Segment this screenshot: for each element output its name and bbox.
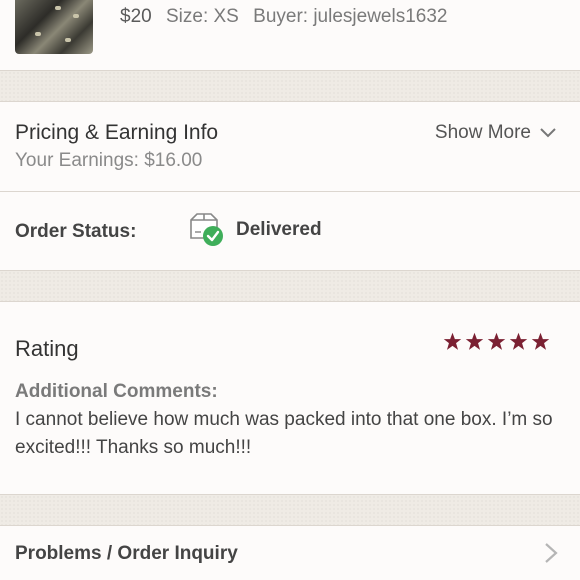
additional-comments-text: I cannot believe how much was packed int… [15, 409, 553, 458]
order-status-value: Delivered [236, 219, 322, 240]
problems-label: Problems / Order Inquiry [15, 543, 238, 564]
additional-comments-label: Additional Comments: [15, 381, 218, 402]
order-status-label: Order Status: [15, 221, 137, 242]
pricing-card: Pricing & Earning Info Your Earnings: $1… [0, 102, 580, 270]
rating-card: Rating Additional Comments: I cannot bel… [0, 302, 580, 494]
section-gap [0, 70, 580, 102]
rating-title: Rating [15, 336, 79, 361]
item-buyer: Buyer: julesjewels1632 [253, 6, 448, 27]
item-meta: $20 Size: XS Buyer: julesjewels1632 [120, 6, 456, 28]
section-gap [0, 494, 580, 526]
item-thumbnail[interactable] [15, 0, 93, 54]
star-icon [509, 332, 528, 350]
chevron-down-icon [540, 128, 556, 138]
your-earnings: Your Earnings: $16.00 [15, 150, 203, 171]
section-gap [0, 270, 580, 302]
divider [0, 191, 580, 192]
order-item-card[interactable]: $20 Size: XS Buyer: julesjewels1632 [0, 0, 580, 70]
star-icon [531, 332, 550, 350]
pricing-title: Pricing & Earning Info [15, 121, 219, 144]
star-icon [465, 332, 484, 350]
problems-order-inquiry-row[interactable]: Problems / Order Inquiry [0, 526, 580, 580]
star-icon [487, 332, 506, 350]
show-more-label: Show More [434, 122, 531, 143]
show-more-button[interactable]: Show More [435, 122, 556, 144]
star-icon [443, 332, 462, 350]
chevron-right-icon [545, 543, 558, 563]
item-price: $20 [120, 6, 152, 27]
rating-stars [443, 332, 550, 351]
package-delivered-icon [190, 213, 223, 246]
item-size: Size: XS [165, 6, 239, 27]
